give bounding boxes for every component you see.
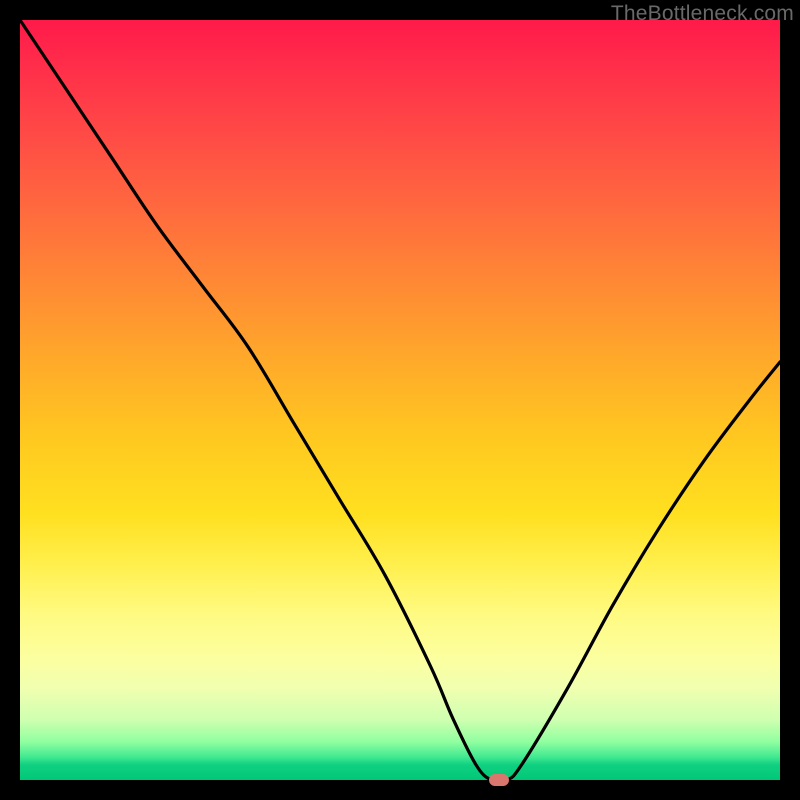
optimal-point-marker [489,774,509,786]
curve-layer [20,20,780,780]
bottleneck-curve [20,20,780,782]
chart-container: TheBottleneck.com [0,0,800,800]
plot-area [20,20,780,780]
